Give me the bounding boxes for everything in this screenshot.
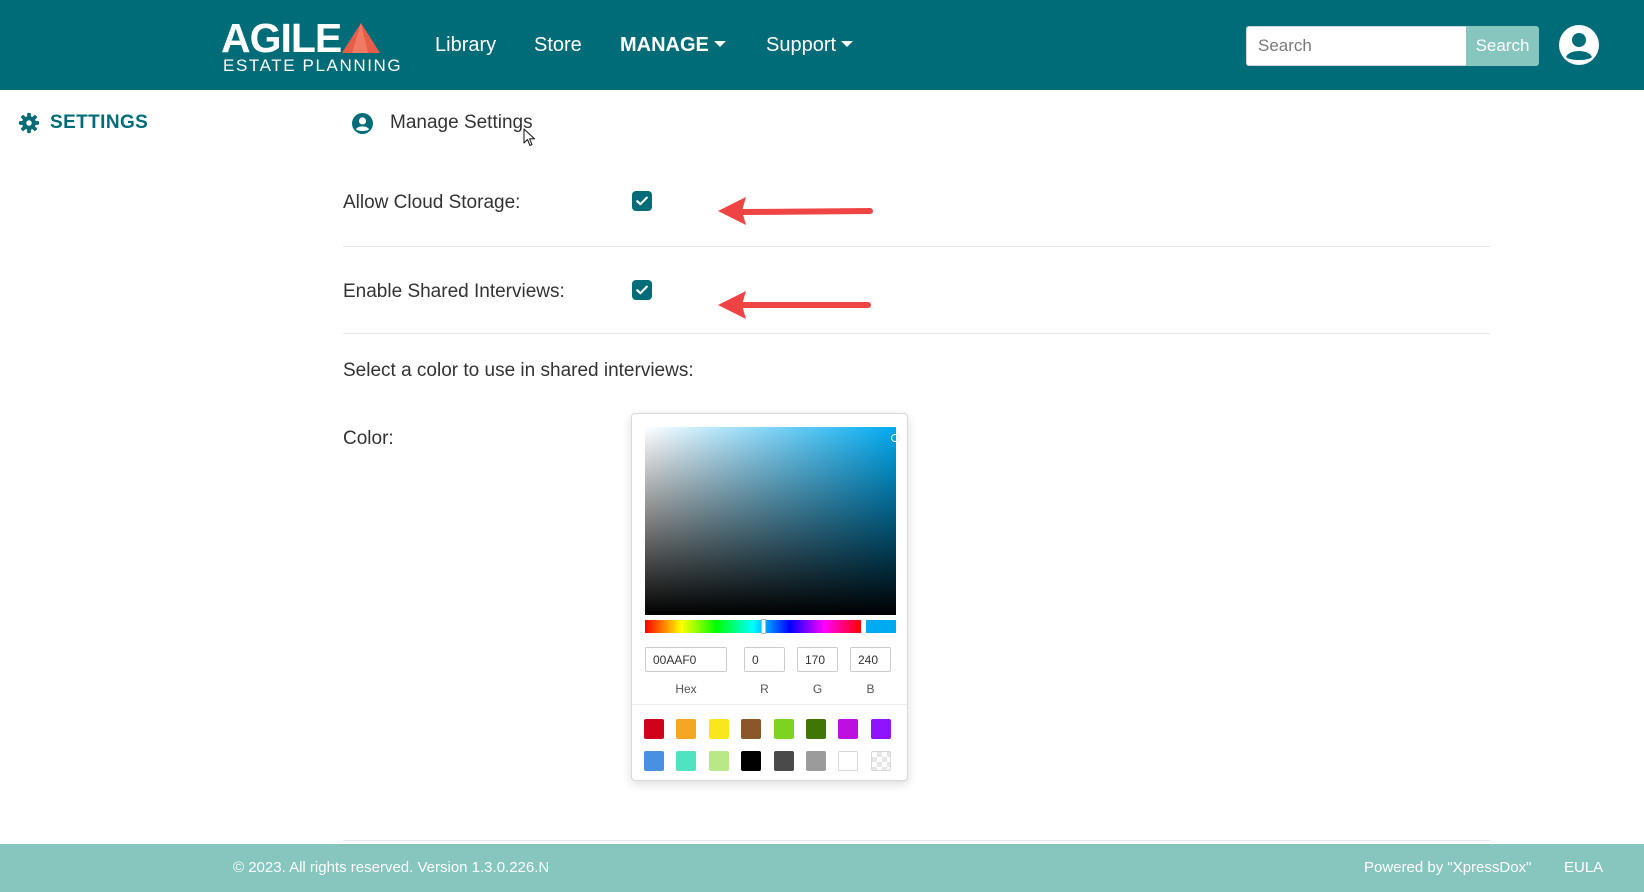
green-input[interactable] <box>797 647 838 672</box>
sidebar-settings[interactable]: SETTINGS <box>18 110 148 136</box>
user-circle-icon[interactable] <box>1558 24 1600 66</box>
red-input[interactable] <box>744 647 785 672</box>
agile-logo[interactable]: AGILE ESTATE PLANNING <box>221 15 401 76</box>
nav-manage[interactable]: MANAGE <box>620 32 726 58</box>
saturation-value-area[interactable] <box>645 427 899 615</box>
color-swatch[interactable] <box>644 751 664 771</box>
nav-manage-label: MANAGE <box>620 34 709 56</box>
blue-label: B <box>866 682 875 696</box>
gear-icon <box>18 112 40 134</box>
color-label: Color: <box>343 428 394 449</box>
color-swatch[interactable] <box>773 719 794 739</box>
checkmark-icon <box>636 285 648 295</box>
color-swatch[interactable] <box>741 719 762 739</box>
chevron-down-icon <box>841 40 854 47</box>
hue-slider-thumb[interactable] <box>761 619 766 634</box>
hex-input[interactable] <box>645 647 727 672</box>
allow-cloud-storage-checkbox[interactable] <box>632 191 652 211</box>
hex-label: Hex <box>675 682 697 696</box>
color-swatch[interactable] <box>644 719 664 739</box>
search-button[interactable]: Search <box>1466 26 1539 66</box>
red-arrow-annotation-icon <box>718 291 871 319</box>
divider <box>343 333 1490 334</box>
sidebar-settings-label: SETTINGS <box>50 112 149 133</box>
color-swatch[interactable] <box>870 751 891 771</box>
color-swatch[interactable] <box>838 719 859 739</box>
color-swatch[interactable] <box>838 751 859 771</box>
nav-support-label: Support <box>766 34 837 56</box>
color-swatch[interactable] <box>870 719 891 739</box>
enable-shared-interviews-label: Enable Shared Interviews: <box>343 281 565 302</box>
nav-support[interactable]: Support <box>766 32 854 58</box>
mouse-cursor-icon <box>523 128 536 147</box>
powered-by-link[interactable]: Powered by "XpressDox" <box>1364 858 1531 878</box>
divider <box>343 840 1490 841</box>
eula-link[interactable]: EULA <box>1564 858 1603 878</box>
color-swatch[interactable] <box>708 719 729 739</box>
color-swatch[interactable] <box>741 751 762 771</box>
user-circle-icon <box>352 112 373 134</box>
saturation-value-cursor[interactable] <box>891 434 899 442</box>
blue-input[interactable] <box>850 647 891 672</box>
page-title: Manage Settings <box>390 112 533 133</box>
allow-cloud-storage-label: Allow Cloud Storage: <box>343 192 521 213</box>
nav-store[interactable]: Store <box>534 32 582 58</box>
color-picker: Hex R G B <box>631 413 908 781</box>
color-swatch[interactable] <box>676 719 697 739</box>
copyright-text: © 2023. All rights reserved. Version 1.3… <box>233 859 550 876</box>
color-preview <box>866 620 896 633</box>
color-swatch[interactable] <box>773 751 794 771</box>
color-prompt: Select a color to use in shared intervie… <box>343 360 694 381</box>
top-navbar: AGILE ESTATE PLANNING Library Store MANA… <box>0 0 1644 90</box>
chevron-down-icon <box>713 40 726 47</box>
logo-triangle-icon <box>342 23 380 53</box>
divider <box>343 246 1490 247</box>
logo-subtitle: ESTATE PLANNING <box>223 56 403 75</box>
color-swatch[interactable] <box>806 719 826 739</box>
color-swatch[interactable] <box>676 751 697 771</box>
hue-slider[interactable] <box>645 619 861 634</box>
nav-library[interactable]: Library <box>435 32 496 58</box>
color-swatch[interactable] <box>708 751 729 771</box>
red-label: R <box>760 682 769 696</box>
picker-divider <box>632 704 907 705</box>
enable-shared-interviews-checkbox[interactable] <box>632 280 652 300</box>
search-input[interactable] <box>1246 26 1466 66</box>
footer: © 2023. All rights reserved. Version 1.3… <box>0 844 1644 892</box>
red-arrow-annotation-icon <box>718 197 873 225</box>
page-header: Manage Settings <box>352 110 533 136</box>
logo-wordmark: AGILE <box>221 15 342 61</box>
green-label: G <box>812 682 823 696</box>
checkmark-icon <box>636 196 648 206</box>
color-swatch[interactable] <box>806 751 826 771</box>
